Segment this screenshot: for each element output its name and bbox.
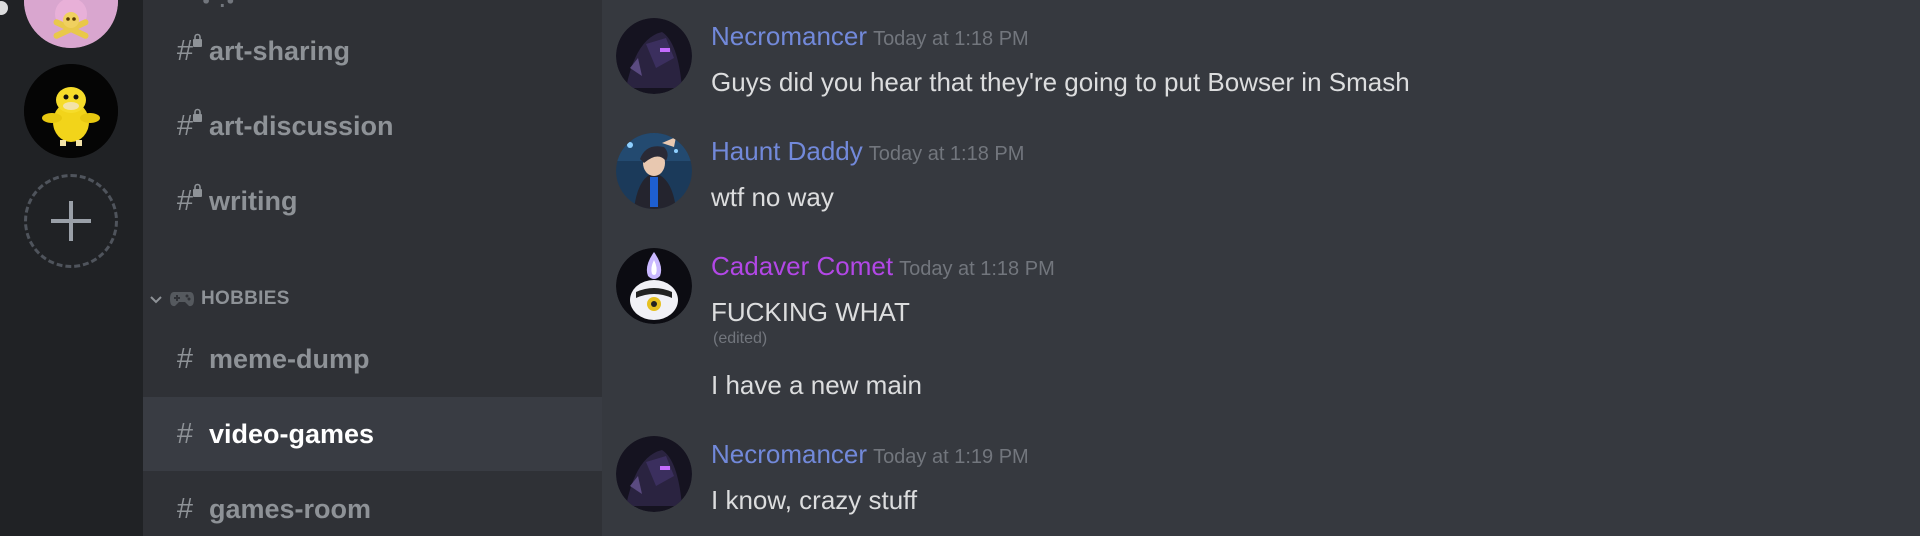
chevron-down-icon <box>150 292 164 307</box>
locked-text-channel-icon: # <box>171 108 202 143</box>
channel-label: art-sharing <box>209 35 351 66</box>
message-author[interactable]: Necromancer Today at 1:19 PM <box>711 439 1029 470</box>
channel-label: writing <box>209 185 298 216</box>
dark-purple-figure-avatar[interactable] <box>616 18 692 94</box>
channel-writing[interactable]: # writing <box>143 164 602 238</box>
text-channel-icon: # <box>176 417 194 450</box>
message-timestamp: Today at 1:18 PM <box>873 28 1029 50</box>
message-timestamp: Today at 1:18 PM <box>899 258 1055 280</box>
channel-meme-dump[interactable]: # meme-dump <box>143 322 602 396</box>
message-text: I have a new main <box>711 370 923 400</box>
locked-text-channel-icon: # <box>171 33 202 68</box>
category-label: HOBBIES <box>201 288 290 309</box>
message-timestamp: Today at 1:19 PM <box>873 446 1029 468</box>
channel-art-discussion[interactable]: # art-discussion <box>143 89 602 163</box>
chat-area: Necromancer Today at 1:18 PM Guys did you… <box>602 0 1920 536</box>
dark-purple-figure-avatar[interactable] <box>616 436 692 512</box>
server-unread-pill <box>0 1 8 15</box>
message-author[interactable]: Haunt Daddy Today at 1:18 PM <box>711 136 1024 167</box>
text-channel-icon: # <box>176 492 194 525</box>
gamepad-emoji-icon <box>169 289 195 309</box>
candle-ghost-avatar[interactable] <box>616 248 692 324</box>
skull-crossbones-server-icon[interactable] <box>24 0 118 48</box>
message-author[interactable]: Cadaver Comet Today at 1:18 PM <box>711 251 1055 282</box>
channel-label: art-discussion <box>209 110 394 141</box>
dark-haired-guy-avatar[interactable] <box>616 133 692 209</box>
channel-label: meme-dump <box>209 343 370 374</box>
channel-games-room[interactable]: # games-room <box>143 472 602 536</box>
server-rail <box>0 0 143 536</box>
message-text: I know, crazy stuff <box>711 485 918 515</box>
message-text: wtf no way <box>711 182 834 212</box>
message-timestamp: Today at 1:18 PM <box>868 143 1025 165</box>
scrolled-category-remnant: •°.• <box>201 0 236 11</box>
channel-label: video-games <box>209 418 375 449</box>
channel-art-sharing[interactable]: # art-sharing <box>143 14 602 88</box>
message-text: FUCKING WHAT <box>711 297 910 327</box>
channel-sidebar: •°.• # art-sharing # art-discussion # wr… <box>143 0 602 536</box>
message-author[interactable]: Necromancer Today at 1:18 PM <box>711 21 1029 52</box>
add-server-button[interactable] <box>24 174 118 268</box>
category-hobbies[interactable]: HOBBIES <box>143 284 290 314</box>
text-channel-icon: # <box>176 342 194 375</box>
psyduck-server-icon[interactable] <box>24 64 118 158</box>
locked-text-channel-icon: # <box>171 183 202 218</box>
edited-indicator: (edited) <box>713 330 768 347</box>
channel-video-games[interactable]: # video-games <box>143 397 602 471</box>
channel-label: games-room <box>209 493 372 524</box>
message-text: Guys did you hear that they're going to … <box>711 67 1410 97</box>
plus-icon <box>51 201 91 241</box>
